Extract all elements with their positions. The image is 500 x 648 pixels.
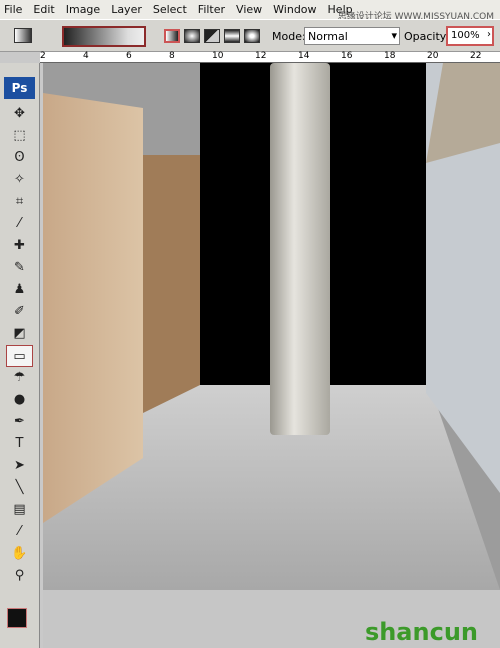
pen-tool-icon[interactable]: ✒ (0, 411, 39, 433)
radial-gradient-button[interactable] (184, 29, 200, 43)
healing-tool-icon[interactable]: ✚ (0, 235, 39, 257)
dodge-tool-icon[interactable]: ● (0, 389, 39, 411)
brush-tool-icon[interactable]: ✎ (0, 257, 39, 279)
marquee-tool-icon[interactable]: ⬚ (0, 125, 39, 147)
ruler-tick-label: 10 (212, 51, 224, 61)
menu-file[interactable]: File (4, 3, 22, 16)
hand-tool-icon[interactable]: ✋ (0, 543, 39, 565)
document-canvas[interactable] (43, 63, 500, 590)
ruler-tick-label: 20 (427, 51, 439, 61)
diamond-gradient-button[interactable] (244, 29, 260, 43)
ruler-tick-label: 14 (298, 51, 310, 61)
arrow-right-icon[interactable]: › (487, 29, 491, 40)
menu-filter[interactable]: Filter (198, 3, 225, 16)
ruler-tick-label: 4 (83, 51, 89, 61)
ruler-tick-label: 8 (169, 51, 175, 61)
menu-image[interactable]: Image (66, 3, 100, 16)
toolbox: Ps ✥ ⬚ ʘ ✧ ⌗ ⁄ ✚ ✎ ♟ ✐ ◩ ▭ ☂ ● ✒ T ➤ ╲ ▤ ⁄ ✋ ⚲ (0, 63, 40, 648)
stamp-tool-icon[interactable]: ♟ (0, 279, 39, 301)
angle-gradient-button[interactable] (204, 29, 220, 43)
gradient-tool-icon[interactable]: ▭ (6, 345, 33, 367)
horizontal-ruler: 2 4 6 8 10 12 14 16 18 20 22 (40, 51, 500, 63)
opacity-field[interactable]: 100% › (446, 26, 494, 46)
tool-preset-picker[interactable] (14, 28, 32, 43)
eyedropper-tool-icon[interactable]: ⁄ (0, 521, 39, 543)
magic-wand-tool-icon[interactable]: ✧ (0, 169, 39, 191)
slice-tool-icon[interactable]: ⁄ (0, 213, 39, 235)
mode-value: Normal (308, 30, 348, 43)
blur-tool-icon[interactable]: ☂ (0, 367, 39, 389)
move-tool-icon[interactable]: ✥ (0, 103, 39, 125)
ruler-tick-label: 12 (255, 51, 267, 61)
foreground-color-swatch[interactable] (7, 608, 27, 628)
ruler-tick-label: 6 (126, 51, 132, 61)
chevron-down-icon: ▾ (391, 29, 397, 42)
site-logo: shancun (364, 618, 478, 646)
crop-tool-icon[interactable]: ⌗ (0, 191, 39, 213)
options-bar: Mode: Normal ▾ Opacity: 100% › (0, 19, 500, 52)
notes-tool-icon[interactable]: ▤ (0, 499, 39, 521)
type-tool-icon[interactable]: T (0, 433, 39, 455)
eraser-tool-icon[interactable]: ◩ (0, 323, 39, 345)
menu-view[interactable]: View (236, 3, 262, 16)
scene-image (43, 63, 500, 590)
menu-layer[interactable]: Layer (111, 3, 142, 16)
ruler-tick-label: 18 (384, 51, 396, 61)
ps-logo[interactable]: Ps (4, 77, 35, 99)
menu-window[interactable]: Window (273, 3, 316, 16)
lasso-tool-icon[interactable]: ʘ (0, 147, 39, 169)
mode-label: Mode: (272, 30, 306, 43)
opacity-label: Opacity: (404, 30, 450, 43)
menu-select[interactable]: Select (153, 3, 187, 16)
mode-select[interactable]: Normal ▾ (304, 27, 400, 45)
line-tool-icon[interactable]: ╲ (0, 477, 39, 499)
ruler-tick-label: 2 (40, 51, 46, 61)
ruler-tick-label: 16 (341, 51, 353, 61)
zoom-tool-icon[interactable]: ⚲ (0, 565, 39, 587)
gradient-picker[interactable] (62, 26, 146, 47)
menu-edit[interactable]: Edit (33, 3, 54, 16)
path-select-tool-icon[interactable]: ➤ (0, 455, 39, 477)
ruler-tick-label: 22 (470, 51, 482, 61)
history-brush-tool-icon[interactable]: ✐ (0, 301, 39, 323)
linear-gradient-button[interactable] (164, 29, 180, 43)
reflected-gradient-button[interactable] (224, 29, 240, 43)
opacity-value: 100% (451, 30, 480, 41)
